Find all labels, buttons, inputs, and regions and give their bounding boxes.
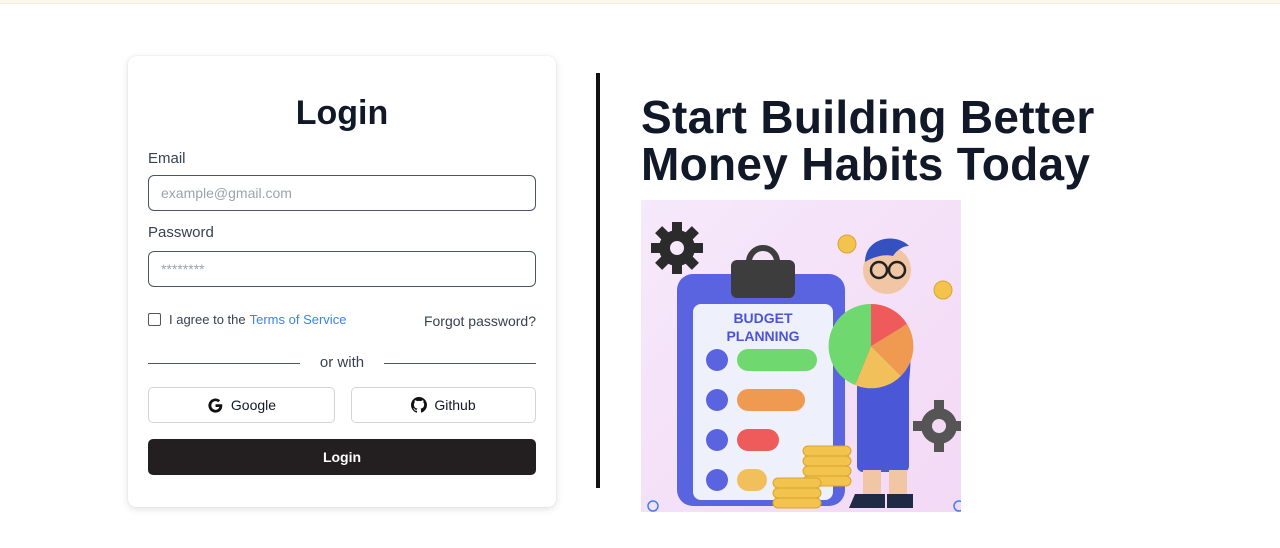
google-label: Google <box>230 397 277 413</box>
google-icon <box>208 397 223 413</box>
login-card: Login Email Password I agree to the Term… <box>128 56 556 507</box>
forgot-password-link[interactable]: Forgot password? <box>424 313 536 329</box>
vertical-divider <box>596 73 600 488</box>
or-divider: or with <box>148 354 536 374</box>
login-title: Login <box>295 94 389 132</box>
terms-agreement: I agree to the Terms of Service <box>148 312 346 327</box>
promo-headline: Start Building Better Money Habits Today <box>641 94 1201 188</box>
github-icon <box>411 397 428 413</box>
password-field[interactable] <box>148 251 536 287</box>
headline-line-2: Money Habits Today <box>641 138 1091 190</box>
email-label: Email <box>148 150 186 167</box>
clipboard-title-1: BUDGET <box>733 310 793 326</box>
top-border <box>0 0 1280 4</box>
agree-text: I agree to the <box>169 312 246 327</box>
budget-planning-illustration: BUDGET PLANNING <box>641 200 961 512</box>
gear-icon <box>651 222 703 274</box>
clipboard-title-2: PLANNING <box>726 328 799 344</box>
google-button[interactable]: Google <box>148 387 335 423</box>
email-field[interactable] <box>148 175 536 211</box>
password-label: Password <box>148 224 214 241</box>
login-button[interactable]: Login <box>148 439 536 475</box>
github-label: Github <box>434 397 476 413</box>
headline-line-1: Start Building Better <box>641 91 1095 143</box>
terms-link[interactable]: Terms of Service <box>250 312 347 327</box>
github-button[interactable]: Github <box>351 387 536 423</box>
terms-checkbox[interactable] <box>148 313 161 326</box>
